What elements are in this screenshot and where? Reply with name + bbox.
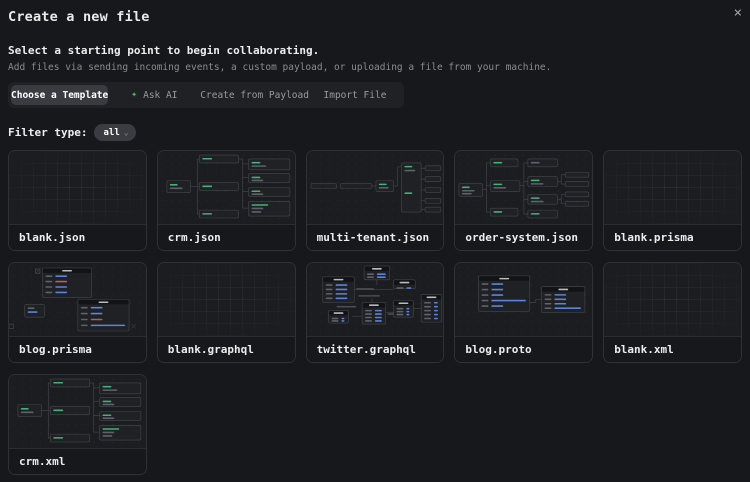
create-file-dialog: Create a new file × Select a starting po… <box>0 0 750 482</box>
template-card[interactable]: multi-tenant.json <box>305 150 445 251</box>
template-card[interactable]: crm.json <box>156 150 296 251</box>
dialog-subtitle: Select a starting point to begin collabo… <box>8 44 320 57</box>
template-filename: blog.proto <box>455 336 593 362</box>
mode-tabs: Choose a Template ✦ Ask AI Create from Payl… <box>8 82 404 108</box>
tab-create-from-payload[interactable]: Create from Payload <box>200 85 309 105</box>
template-card[interactable]: twitter.graphql <box>305 262 445 363</box>
template-card[interactable]: order-system.json <box>454 150 594 251</box>
template-filename: blog.prisma <box>9 336 146 362</box>
filter-type-label: Filter type: <box>8 126 88 139</box>
template-filename: blank.xml <box>604 336 741 362</box>
close-icon[interactable]: × <box>734 6 742 20</box>
tab-label: Choose a Template <box>11 89 109 101</box>
template-filename: multi-tenant.json <box>306 224 444 250</box>
template-filename: blank.graphql <box>157 336 295 362</box>
template-card[interactable]: blank.xml <box>603 262 742 363</box>
template-card[interactable]: blog.proto <box>454 262 594 363</box>
tab-label: Create from Payload <box>200 89 309 101</box>
template-grid: blank.json crm.json multi-tenant.json order… <box>8 150 742 475</box>
chevron-down-icon: ⌄ <box>123 127 129 137</box>
template-card[interactable]: blank.graphql <box>156 262 296 363</box>
template-preview-branch-diagram <box>455 151 593 224</box>
template-preview-overlap-tables <box>9 263 146 336</box>
template-filename: order-system.json <box>455 224 593 250</box>
template-preview-pair-tables <box>455 263 593 336</box>
sparkle-icon: ✦ <box>131 89 138 100</box>
template-filename: twitter.graphql <box>306 336 444 362</box>
template-preview-blank-grid <box>604 151 741 224</box>
filter-type-select[interactable]: all ⌄ <box>94 124 136 141</box>
template-card[interactable]: blank.prisma <box>603 150 742 251</box>
template-filename: blank.json <box>9 224 146 250</box>
template-card[interactable]: blog.prisma <box>8 262 147 363</box>
template-preview-tree-diagram <box>157 151 295 224</box>
filter-type-value: all <box>103 127 120 138</box>
template-preview-chain-diagram <box>306 151 444 224</box>
tab-ask-ai[interactable]: ✦ Ask AI <box>108 85 200 105</box>
dialog-title: Create a new file <box>8 9 150 25</box>
dialog-description: Add files via sending incoming events, a… <box>8 62 552 73</box>
filter-row: Filter type: all ⌄ <box>8 124 742 141</box>
tab-label: Ask AI <box>143 89 178 101</box>
template-preview-scatter-tables <box>306 263 444 336</box>
template-preview-blank-grid <box>9 151 146 224</box>
template-card[interactable]: crm.xml <box>8 374 147 475</box>
template-preview-blank-grid <box>604 263 741 336</box>
template-preview-blank-grid <box>157 263 295 336</box>
template-filename: blank.prisma <box>604 224 741 250</box>
tab-choose-a-template[interactable]: Choose a Template <box>11 85 109 105</box>
tab-import-file[interactable]: Import File <box>309 85 401 105</box>
template-filename: crm.xml <box>9 448 146 474</box>
template-card[interactable]: blank.json <box>8 150 147 251</box>
template-filename: crm.json <box>157 224 295 250</box>
tab-label: Import File <box>323 89 387 101</box>
template-preview-tree-diagram <box>9 375 146 448</box>
